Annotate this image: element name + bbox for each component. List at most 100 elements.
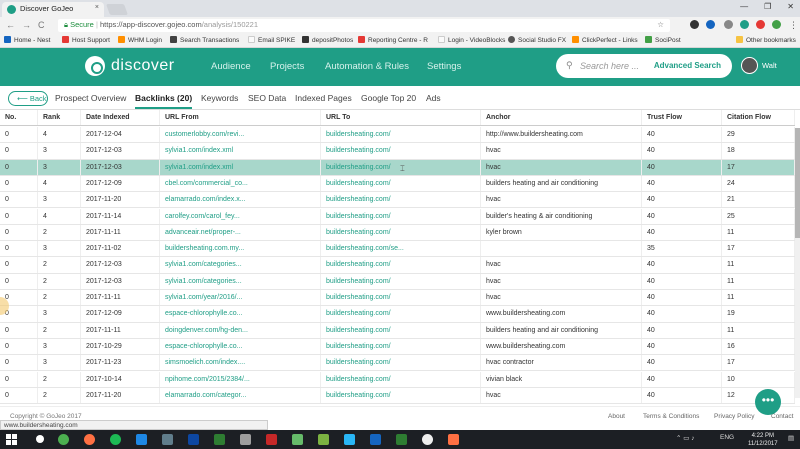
table-row[interactable]: 0 2 2017-11-11 advanceair.net/proper-... bui… [0,224,795,242]
firefox-taskbar-icon[interactable] [84,434,95,445]
table-row[interactable]: 0 3 2017-12-03 sylvia1.com/index.xml builder… [0,143,795,160]
filezilla-taskbar-icon[interactable] [266,434,277,445]
cell-url-from[interactable]: sylvia1.com/categories... [160,257,321,273]
bookmark-item[interactable]: WHM Login [118,36,162,44]
tab-backlinks[interactable]: Backlinks (20) [135,93,193,109]
cell-url-to[interactable]: buildersheating.com/se... [321,241,481,257]
table-row[interactable]: 0 3 2017-12-09 espace-chlorophylle.co... bui… [0,306,795,323]
cell-url-to[interactable]: buildersheating.com/ [321,257,481,273]
back-arrow-icon[interactable]: ← [6,20,15,30]
back-button[interactable]: ⟵ Back [8,91,48,106]
clock-app-taskbar-icon[interactable] [422,434,433,445]
tab-keywords[interactable]: Keywords [201,93,238,103]
cell-url-to[interactable]: buildersheating.com/ [321,338,481,355]
close-tab-icon[interactable]: × [95,4,99,11]
scrollbar-thumb[interactable] [795,128,800,238]
chrome-taskbar-icon[interactable] [58,434,69,445]
bookmark-item[interactable]: Home - Nest [4,36,50,44]
other-bookmarks[interactable]: Other bookmarks [736,36,796,44]
cell-url-from[interactable]: sylvia1.com/categories... [160,273,321,289]
tray-icons[interactable]: ⌃ ▭ ♪ [676,434,694,442]
cell-url-to[interactable]: buildersheating.com/ [321,224,481,241]
cell-url-to[interactable]: buildersheating.com/ [321,273,481,289]
nav-automation-rules[interactable]: Automation & Rules [325,61,409,72]
column-header-citation-flow[interactable]: Citation Flow [722,110,795,125]
bookmark-item[interactable]: Email SPIKE [248,36,295,44]
bookmark-item[interactable]: SociPost [645,36,681,44]
restore-icon[interactable]: ❐ [764,2,771,11]
photoshop-taskbar-icon[interactable] [188,434,199,445]
cortana-icon[interactable] [36,435,44,443]
tab-ads[interactable]: Ads [426,93,441,103]
extension-v-icon[interactable] [706,20,715,29]
table-row[interactable]: 0 2 2017-10-14 npihome.com/2015/2384/... bui… [0,371,795,388]
tab-prospect-overview[interactable]: Prospect Overview [55,93,126,103]
browser-tab[interactable]: Discover GoJeo × [2,2,104,17]
dreamweaver-taskbar-icon[interactable] [214,434,225,445]
extension-red-icon[interactable] [756,20,765,29]
nav-projects[interactable]: Projects [270,61,304,72]
taskbar-clock[interactable]: 4:22 PM 11/12/2017 [748,432,778,448]
cell-url-from[interactable]: espace-chlorophylle.co... [160,306,321,322]
bookmark-item[interactable]: Host Support [62,36,110,44]
table-row[interactable]: 0 3 2017-10-29 espace-chlorophylle.co... bui… [0,338,795,356]
cell-url-to[interactable]: buildersheating.com/ [321,355,481,371]
extension-green-icon[interactable] [772,20,781,29]
minimize-icon[interactable]: — [740,2,748,11]
cell-url-from[interactable]: doingdenver.com/hg-den... [160,322,321,338]
cell-url-from[interactable]: buildersheating.com.my... [160,241,321,257]
column-header-rank[interactable]: Rank [38,110,81,125]
table-row[interactable]: 0 3 2017-12-03 sylvia1.com/index.xml builder… [0,159,795,176]
cell-url-to[interactable]: buildersheating.com/ [321,143,481,159]
username[interactable]: Walt [762,61,777,70]
new-tab-button[interactable] [105,4,129,15]
app-orange-taskbar-icon[interactable] [448,434,459,445]
table-row[interactable]: 0 2 2017-11-20 elamarrado.com/categor... bui… [0,387,795,405]
teamviewer-taskbar-icon[interactable] [136,434,147,445]
bookmark-item[interactable]: depositPhotos [302,36,353,44]
search-box[interactable]: ⚲ Search here ... Advanced Search [556,54,732,78]
column-header-url-to[interactable]: URL To [321,110,481,125]
column-header-anchor[interactable]: Anchor [481,110,642,125]
cell-url-to[interactable]: buildersheating.com/ [321,371,481,387]
folder-taskbar-icon[interactable] [162,434,173,445]
word-taskbar-icon[interactable] [370,434,381,445]
cell-url-from[interactable]: customerlobby.com/revi... [160,127,321,143]
cell-url-from[interactable]: espace-chlorophylle.co... [160,338,321,355]
table-row[interactable]: 0 4 2017-12-04 customerlobby.com/revi... bui… [0,127,795,144]
avatar[interactable] [741,57,758,74]
star-icon[interactable]: ☆ [657,20,664,29]
app-green-taskbar-icon[interactable] [318,434,329,445]
cell-url-to[interactable]: buildersheating.com/ [321,127,481,143]
column-header-date-indexed[interactable]: Date Indexed [81,110,160,125]
column-header-trust-flow[interactable]: Trust Flow [642,110,722,125]
table-row[interactable]: 0 2 2017-12-03 sylvia1.com/categories... bui… [0,273,795,290]
windows-start-icon[interactable] [6,434,17,445]
address-bar[interactable]: 🔒︎ Secure | https://app-discover.gojeo.c… [58,19,670,32]
column-header-no[interactable]: No. [0,110,38,125]
cell-url-from[interactable]: sylvia1.com/index.xml [160,159,321,175]
cell-url-from[interactable]: cbel.com/commercial_co... [160,175,321,192]
cell-url-to[interactable]: buildersheating.com/ [321,175,481,192]
footer-link-terms[interactable]: Terms & Conditions [643,413,699,420]
table-row[interactable]: 0 4 2017-11-14 carolfey.com/carol_fey... bui… [0,208,795,225]
cell-url-from[interactable]: sylvia1.com/year/2016/... [160,290,321,306]
table-row[interactable]: 0 2 2017-11-11 sylvia1.com/year/2016/... bui… [0,290,795,307]
advanced-search-button[interactable]: Advanced Search [654,61,721,70]
extension-cloud-icon[interactable] [690,20,699,29]
footer-link-privacy[interactable]: Privacy Policy [714,413,754,420]
cell-url-to[interactable]: buildersheating.com/ [321,387,481,404]
footer-link-contact[interactable]: Contact [771,413,793,420]
table-row[interactable]: 0 3 2017-11-02 buildersheating.com.my... bui… [0,241,795,258]
nav-audience[interactable]: Audience [211,61,251,72]
table-row[interactable]: 0 3 2017-11-20 elamarrado.com/index.x... bui… [0,192,795,209]
bookmark-item[interactable]: ClickPerfect - Links [572,36,638,44]
extension-mail-icon[interactable] [724,20,733,29]
close-window-icon[interactable]: ✕ [787,2,794,11]
cell-url-from[interactable]: elamarrado.com/index.x... [160,192,321,208]
bookmark-item[interactable]: Search Transactions [170,36,239,44]
table-row[interactable]: 0 3 2017-11-23 simsmoelich.com/index.... bui… [0,355,795,372]
cell-url-to[interactable]: buildersheating.com/ [321,208,481,224]
cell-url-to[interactable]: buildersheating.com/ [321,306,481,322]
extension-gojeo-icon[interactable] [740,20,749,29]
